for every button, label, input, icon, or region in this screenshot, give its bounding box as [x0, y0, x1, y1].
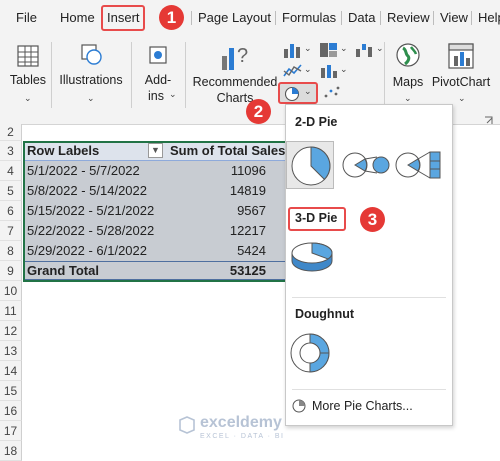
shapes-icon [81, 44, 102, 65]
watermark-name: exceldemy [200, 414, 282, 431]
group-divider [185, 42, 186, 108]
chevron-down-icon: ⌄ [458, 93, 466, 103]
chevron-down-icon: ⌄ [87, 93, 95, 103]
tab-separator [275, 11, 276, 25]
tab-formulas[interactable]: Formulas [282, 10, 336, 25]
group-divider [384, 42, 385, 108]
dropdown-divider [292, 389, 446, 390]
group-divider [51, 42, 52, 108]
row-header[interactable]: 15 [0, 381, 22, 401]
more-pie-charts-label: More Pie Charts... [312, 399, 413, 413]
addins-icon [149, 46, 167, 64]
chevron-down-icon[interactable]: ⌄ [340, 43, 348, 54]
tab-page-layout[interactable]: Page Layout [198, 10, 271, 25]
chevron-down-icon: ⌄ [169, 89, 177, 99]
pie-chart-icon [292, 399, 306, 413]
row-header[interactable]: 4 [0, 161, 22, 181]
recommended-charts-label-1: Recommended [192, 75, 278, 89]
row-header[interactable]: 9 [0, 261, 22, 281]
globe-icon [396, 43, 420, 67]
section-3d-pie-heading: 3-D Pie [295, 211, 338, 225]
row-header[interactable]: 8 [0, 241, 22, 261]
chevron-down-icon[interactable]: ⌄ [304, 64, 312, 75]
pie-chart-icon [284, 86, 300, 102]
tab-home[interactable]: Home [60, 10, 95, 25]
chevron-down-icon: ⌄ [404, 93, 412, 103]
tables-button[interactable]: Tables ⌄ [8, 38, 48, 124]
chevron-down-icon: ⌄ [24, 93, 32, 103]
pie-of-pie-icon[interactable] [341, 149, 391, 181]
row-header[interactable]: 6 [0, 201, 22, 221]
tab-insert[interactable]: Insert [107, 10, 140, 25]
row-header[interactable]: 18 [0, 441, 22, 461]
exceldemy-logo-icon [179, 416, 195, 434]
menu-bar: File Home Insert 1 Page Layout Formulas … [0, 0, 500, 38]
tab-separator [191, 11, 192, 25]
tab-separator [471, 11, 472, 25]
statistic-chart-icon[interactable] [318, 62, 340, 80]
step-badge-3: 3 [360, 207, 385, 232]
svg-text:?: ? [237, 45, 248, 67]
row-header[interactable]: 13 [0, 341, 22, 361]
cell-selection-border [23, 141, 285, 282]
chevron-down-icon: ⌄ [304, 86, 312, 96]
dialog-launcher-icon[interactable] [484, 116, 494, 126]
row-header[interactable]: 17 [0, 421, 22, 441]
row-header[interactable]: 12 [0, 321, 22, 341]
watermark-tagline: EXCEL · DATA · BI [200, 433, 285, 440]
pie-chart-dropdown: 2-D Pie 3-D Pie Doughnut More Pie Charts… [285, 104, 453, 426]
dropdown-divider [292, 297, 446, 298]
table-icon [17, 45, 39, 67]
hierarchy-chart-icon[interactable] [318, 41, 340, 59]
tables-label: Tables [9, 73, 47, 87]
step-badge-2: 2 [246, 99, 271, 124]
section-2d-pie-heading: 2-D Pie [295, 115, 338, 129]
tab-separator [380, 11, 381, 25]
pie-2d-option[interactable] [286, 141, 334, 189]
row-header[interactable]: 3 [0, 141, 22, 161]
pie-3d-icon[interactable] [288, 239, 336, 275]
row-header[interactable]: 11 [0, 301, 22, 321]
row-header[interactable]: 7 [0, 221, 22, 241]
row-header[interactable]: 16 [0, 401, 22, 421]
pie-2d-icon [291, 146, 331, 186]
section-doughnut-heading: Doughnut [295, 307, 355, 321]
tab-separator [433, 11, 434, 25]
recommended-charts-icon: ? [222, 45, 248, 70]
chevron-down-icon[interactable]: ⌄ [340, 64, 348, 75]
column-chart-icon[interactable] [282, 41, 304, 59]
row-header[interactable]: 2 [0, 124, 22, 141]
doughnut-icon[interactable] [288, 331, 332, 375]
addins-label-1: Add- [144, 73, 172, 87]
maps-label: Maps [392, 75, 424, 89]
tab-data[interactable]: Data [348, 10, 375, 25]
waterfall-chart-icon[interactable] [354, 41, 376, 59]
tab-help[interactable]: Help [478, 10, 500, 25]
step-badge-1: 1 [159, 5, 184, 30]
tab-review[interactable]: Review [387, 10, 430, 25]
more-pie-charts-item[interactable]: More Pie Charts... [292, 397, 447, 417]
addins-button[interactable]: Add- ins ⌄ [138, 38, 178, 124]
row-header[interactable]: 14 [0, 361, 22, 381]
illustrations-label: Illustrations [59, 73, 123, 87]
pivotchart-icon [448, 43, 474, 69]
bar-of-pie-icon[interactable] [394, 149, 446, 181]
line-chart-icon[interactable] [282, 62, 304, 80]
group-divider [131, 42, 132, 108]
tab-file[interactable]: File [16, 10, 37, 25]
chevron-down-icon[interactable]: ⌄ [304, 43, 312, 54]
row-header[interactable]: 10 [0, 281, 22, 301]
tab-separator [341, 11, 342, 25]
illustrations-button[interactable]: Illustrations ⌄ [56, 38, 126, 124]
pivotchart-label: PivotChart [431, 75, 491, 89]
chevron-down-icon[interactable]: ⌄ [376, 43, 384, 54]
row-header[interactable]: 5 [0, 181, 22, 201]
tab-view[interactable]: View [440, 10, 468, 25]
pie-chart-button[interactable]: ⌄ [278, 82, 318, 104]
scatter-chart-icon[interactable] [322, 84, 342, 100]
